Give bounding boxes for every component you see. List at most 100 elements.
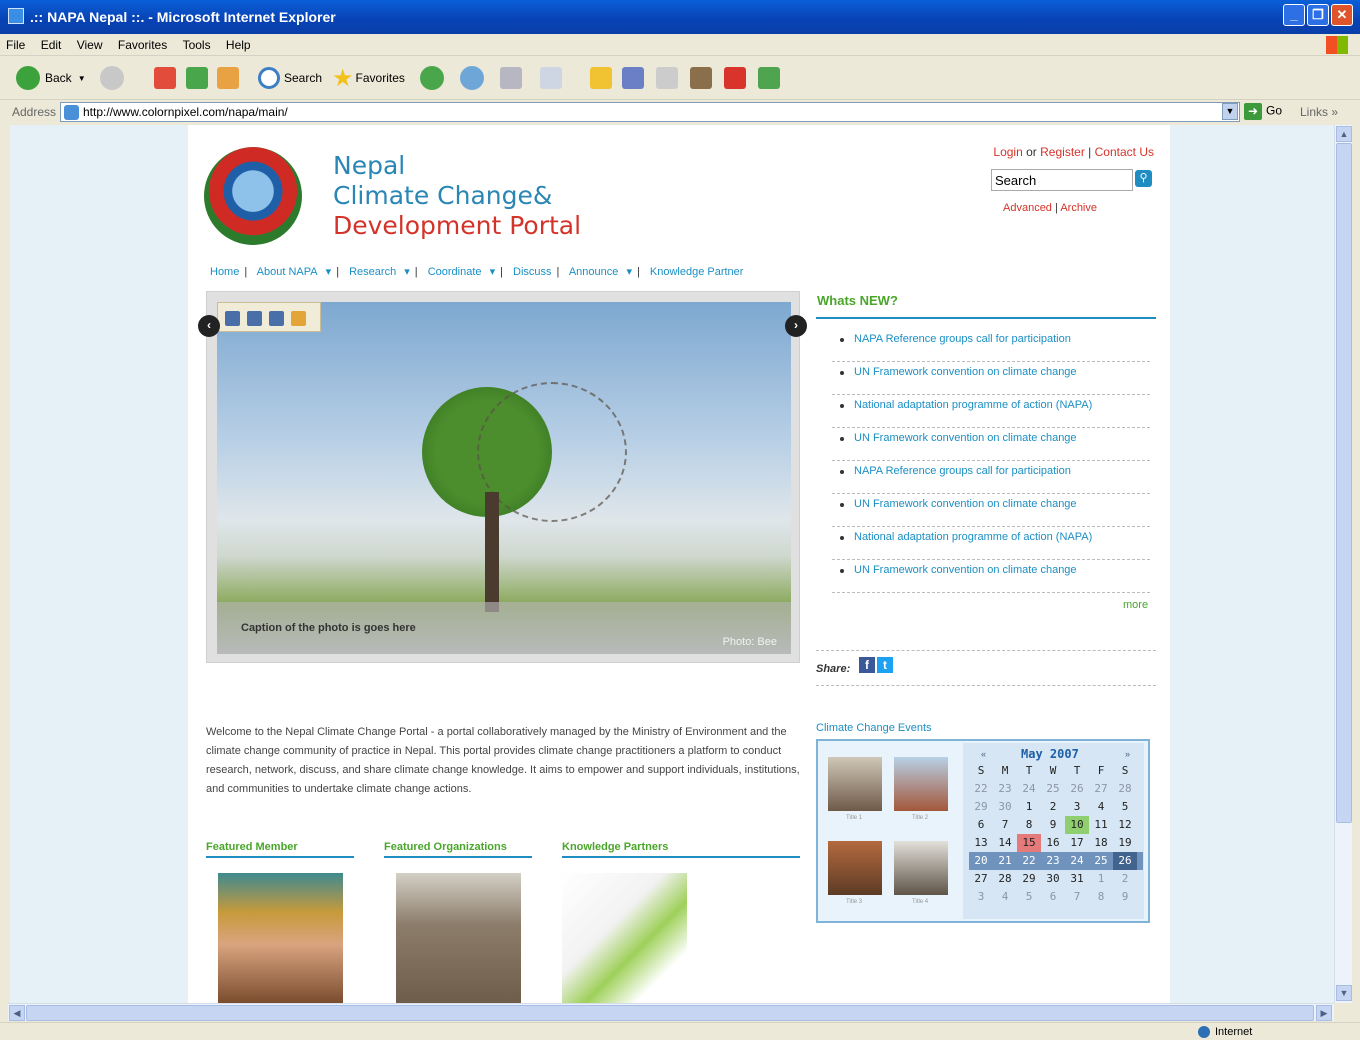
nav-about[interactable]: About NAPA ▾	[257, 266, 332, 278]
calendar-day[interactable]: 29	[1017, 870, 1041, 888]
nav-announce[interactable]: Announce ▾	[569, 266, 632, 278]
k-button[interactable]	[656, 66, 678, 90]
calendar-day[interactable]: 29	[969, 798, 993, 816]
calendar-day[interactable]: 7	[993, 816, 1017, 834]
event-thumb-2[interactable]	[894, 757, 948, 811]
calendar-day[interactable]: 3	[1065, 798, 1089, 816]
minimize-button[interactable]: _	[1283, 4, 1305, 26]
facebook-icon[interactable]: f	[859, 657, 875, 673]
back-button[interactable]: Back ▼	[16, 66, 86, 90]
calendar-day[interactable]: 26	[1113, 852, 1137, 870]
calendar-day[interactable]: 11	[1089, 816, 1113, 834]
news-item[interactable]: NAPA Reference groups call for participa…	[832, 461, 1150, 494]
research-button[interactable]	[690, 66, 712, 90]
nav-coordinate[interactable]: Coordinate ▾	[428, 266, 495, 278]
addon-button[interactable]	[724, 66, 746, 90]
vertical-scroll-thumb[interactable]	[1336, 143, 1352, 823]
calendar-day[interactable]: 1	[1089, 870, 1113, 888]
calendar-day[interactable]: 4	[1089, 798, 1113, 816]
messenger-button[interactable]	[622, 66, 644, 90]
login-link[interactable]: Login	[993, 145, 1022, 159]
contact-link[interactable]: Contact Us	[1095, 145, 1154, 159]
address-input[interactable]: http://www.colornpixel.com/napa/main/	[60, 102, 1240, 122]
calendar-day[interactable]: 8	[1089, 888, 1113, 906]
news-item[interactable]: NAPA Reference groups call for participa…	[832, 329, 1150, 362]
event-thumb-1[interactable]	[828, 757, 882, 811]
vertical-scrollbar[interactable]: ▲ ▼	[1334, 125, 1352, 1003]
calendar-day-today[interactable]: 15	[1017, 834, 1041, 852]
slider-next-button[interactable]: ›	[785, 315, 807, 337]
calendar-day[interactable]: 27	[969, 870, 993, 888]
nav-knowledge-partner[interactable]: Knowledge Partner	[650, 266, 744, 278]
calendar-day[interactable]: 5	[1017, 888, 1041, 906]
calendar-day[interactable]: 22	[969, 780, 993, 798]
email-icon[interactable]	[269, 311, 284, 326]
more-link[interactable]: more	[1123, 599, 1148, 611]
calendar-day[interactable]: 30	[1041, 870, 1065, 888]
calendar-day[interactable]: 28	[1113, 780, 1137, 798]
calendar-day[interactable]: 20	[969, 852, 993, 870]
calendar-prev-button[interactable]: «	[981, 749, 986, 759]
menu-help[interactable]: Help	[220, 34, 257, 52]
menu-file[interactable]: File	[0, 34, 31, 52]
calendar-day[interactable]: 3	[969, 888, 993, 906]
news-item[interactable]: UN Framework convention on climate chang…	[832, 428, 1150, 461]
calendar-day[interactable]: 21	[993, 852, 1017, 870]
calendar-day[interactable]: 16	[1041, 834, 1065, 852]
calendar-day[interactable]: 6	[969, 816, 993, 834]
news-item[interactable]: National adaptation programme of action …	[832, 527, 1150, 560]
calendar-day[interactable]: 13	[969, 834, 993, 852]
nav-research[interactable]: Research ▾	[349, 266, 410, 278]
featured-organization-photo[interactable]	[396, 873, 521, 1003]
search-toolbar-button[interactable]: Search	[258, 66, 322, 90]
calendar-day[interactable]: 25	[1041, 780, 1065, 798]
calendar-next-button[interactable]: »	[1125, 749, 1130, 759]
calendar-day[interactable]: 4	[993, 888, 1017, 906]
nav-discuss[interactable]: Discuss	[513, 266, 552, 278]
maximize-button[interactable]: ❐	[1307, 4, 1329, 26]
save-icon[interactable]	[225, 311, 240, 326]
horizontal-scrollbar[interactable]: ◀ ▶	[8, 1003, 1334, 1021]
mail-button[interactable]	[460, 66, 484, 90]
calendar-day[interactable]: 9	[1041, 816, 1065, 834]
nav-home[interactable]: Home	[210, 266, 239, 278]
featured-member-photo[interactable]	[218, 873, 343, 1003]
calendar-day[interactable]: 14	[993, 834, 1017, 852]
calendar-day[interactable]: 18	[1089, 834, 1113, 852]
home-button[interactable]	[217, 66, 239, 90]
news-item[interactable]: National adaptation programme of action …	[832, 395, 1150, 428]
folder-icon[interactable]	[291, 311, 306, 326]
knowledge-partner-image[interactable]	[562, 873, 687, 1003]
site-search-input[interactable]: Search	[991, 169, 1133, 191]
calendar-day[interactable]: 5	[1113, 798, 1137, 816]
favorites-button[interactable]: ★ Favorites	[332, 65, 405, 92]
close-button[interactable]: ✕	[1331, 4, 1353, 26]
calendar-day[interactable]: 27	[1089, 780, 1113, 798]
calendar-day[interactable]: 22	[1017, 852, 1041, 870]
print-button[interactable]	[500, 66, 522, 90]
links-button[interactable]: Links »	[1300, 105, 1338, 119]
calendar-day[interactable]: 24	[1065, 852, 1089, 870]
register-link[interactable]: Register	[1040, 145, 1085, 159]
news-item[interactable]: UN Framework convention on climate chang…	[832, 560, 1150, 593]
archive-link[interactable]: Archive	[1060, 202, 1097, 214]
print-icon[interactable]	[247, 311, 262, 326]
menu-tools[interactable]: Tools	[177, 34, 217, 52]
horizontal-scroll-thumb[interactable]	[26, 1005, 1314, 1021]
calendar-day[interactable]: 26	[1065, 780, 1089, 798]
menu-view[interactable]: View	[71, 34, 109, 52]
calendar-day[interactable]: 8	[1017, 816, 1041, 834]
stop-button[interactable]	[154, 66, 176, 90]
calendar-day[interactable]: 6	[1041, 888, 1065, 906]
scroll-up-icon[interactable]: ▲	[1336, 126, 1352, 142]
scroll-right-icon[interactable]: ▶	[1316, 1005, 1332, 1021]
calendar-day[interactable]: 9	[1113, 888, 1137, 906]
calendar-day-selected[interactable]: 10	[1065, 816, 1089, 834]
contacts-button[interactable]	[758, 66, 780, 90]
scroll-left-icon[interactable]: ◀	[9, 1005, 25, 1021]
news-item[interactable]: UN Framework convention on climate chang…	[832, 362, 1150, 395]
advanced-link[interactable]: Advanced	[1003, 202, 1052, 214]
calendar-day[interactable]: 25	[1089, 852, 1113, 870]
news-item[interactable]: UN Framework convention on climate chang…	[832, 494, 1150, 527]
event-thumb-3[interactable]	[828, 841, 882, 895]
